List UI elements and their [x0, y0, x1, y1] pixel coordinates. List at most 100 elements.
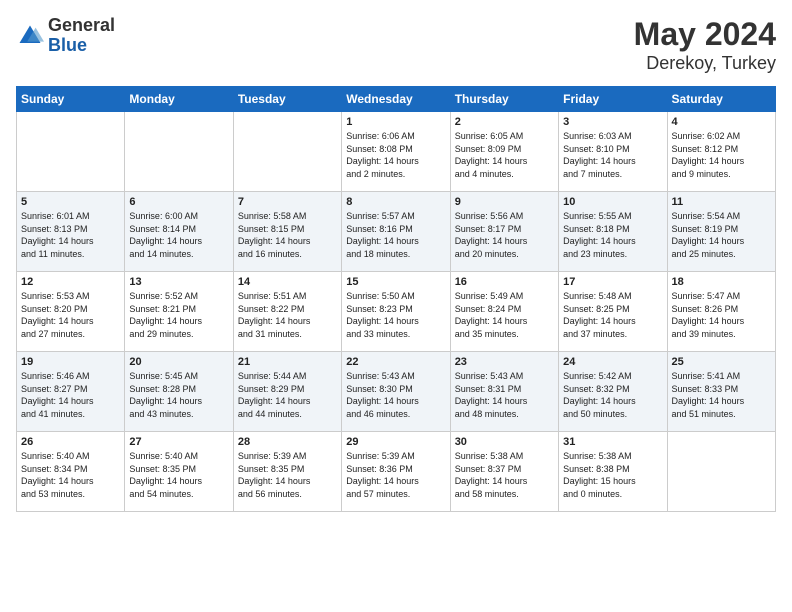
cell-content: Sunrise: 6:03 AM Sunset: 8:10 PM Dayligh…: [563, 130, 662, 180]
day-number: 1: [346, 116, 445, 128]
calendar-cell: 2Sunrise: 6:05 AM Sunset: 8:09 PM Daylig…: [450, 112, 558, 192]
calendar-cell: 31 Sunrise: 5:38 AM Sunset: 8:38 PM Dayli…: [559, 432, 667, 512]
cell-content: Sunrise: 5:46 AM Sunset: 8:27 PM Dayligh…: [21, 370, 120, 420]
calendar-cell: 5Sunrise: 6:01 AM Sunset: 8:13 PM Daylig…: [17, 192, 125, 272]
day-number: 6: [129, 196, 228, 208]
calendar-cell: 9 Sunrise: 5:56 AM Sunset: 8:17 PM Daylig…: [450, 192, 558, 272]
day-number: 18: [672, 276, 771, 288]
calendar-cell: 21 Sunrise: 5:44 AM Sunset: 8:29 PM Dayli…: [233, 352, 341, 432]
day-number: 22: [346, 356, 445, 368]
calendar-cell: 4Sunrise: 6:02 AM Sunset: 8:12 PM Daylig…: [667, 112, 775, 192]
cell-content: Sunrise: 5:44 AM Sunset: 8:29 PM Dayligh…: [238, 370, 337, 420]
calendar-week-row: 19 Sunrise: 5:46 AM Sunset: 8:27 PM Dayli…: [17, 352, 776, 432]
calendar-week-row: 5Sunrise: 6:01 AM Sunset: 8:13 PM Daylig…: [17, 192, 776, 272]
day-number: 26: [21, 436, 120, 448]
day-number: 29: [346, 436, 445, 448]
cell-content: Sunrise: 5:57 AM Sunset: 8:16 PM Dayligh…: [346, 210, 445, 260]
calendar-cell: 3 Sunrise: 6:03 AM Sunset: 8:10 PM Daylig…: [559, 112, 667, 192]
day-number: 8: [346, 196, 445, 208]
day-number: 14: [238, 276, 337, 288]
calendar-cell: 19 Sunrise: 5:46 AM Sunset: 8:27 PM Dayli…: [17, 352, 125, 432]
day-number: 24: [563, 356, 662, 368]
calendar-week-row: 26 Sunrise: 5:40 AM Sunset: 8:34 PM Dayli…: [17, 432, 776, 512]
day-number: 25: [672, 356, 771, 368]
cell-content: Sunrise: 5:50 AM Sunset: 8:23 PM Dayligh…: [346, 290, 445, 340]
weekday-header: Wednesday: [342, 87, 450, 112]
calendar-cell: 13Sunrise: 5:52 AM Sunset: 8:21 PM Dayli…: [125, 272, 233, 352]
cell-content: Sunrise: 5:39 AM Sunset: 8:36 PM Dayligh…: [346, 450, 445, 500]
calendar-header: SundayMondayTuesdayWednesdayThursdayFrid…: [17, 87, 776, 112]
cell-content: Sunrise: 5:43 AM Sunset: 8:30 PM Dayligh…: [346, 370, 445, 420]
cell-content: Sunrise: 5:38 AM Sunset: 8:37 PM Dayligh…: [455, 450, 554, 500]
cell-content: Sunrise: 5:58 AM Sunset: 8:15 PM Dayligh…: [238, 210, 337, 260]
cell-content: Sunrise: 5:38 AM Sunset: 8:38 PM Dayligh…: [563, 450, 662, 500]
cell-content: Sunrise: 5:56 AM Sunset: 8:17 PM Dayligh…: [455, 210, 554, 260]
calendar-cell: 18 Sunrise: 5:47 AM Sunset: 8:26 PM Dayli…: [667, 272, 775, 352]
day-number: 30: [455, 436, 554, 448]
cell-content: Sunrise: 5:45 AM Sunset: 8:28 PM Dayligh…: [129, 370, 228, 420]
calendar-cell: 17 Sunrise: 5:48 AM Sunset: 8:25 PM Dayli…: [559, 272, 667, 352]
cell-content: Sunrise: 6:02 AM Sunset: 8:12 PM Dayligh…: [672, 130, 771, 180]
calendar-cell: 8 Sunrise: 5:57 AM Sunset: 8:16 PM Daylig…: [342, 192, 450, 272]
day-number: 11: [672, 196, 771, 208]
calendar-cell: 24Sunrise: 5:42 AM Sunset: 8:32 PM Dayli…: [559, 352, 667, 432]
location-title: Derekoy, Turkey: [634, 53, 776, 74]
day-number: 31: [563, 436, 662, 448]
calendar-cell: 28Sunrise: 5:39 AM Sunset: 8:35 PM Dayli…: [233, 432, 341, 512]
calendar-cell: [17, 112, 125, 192]
day-number: 7: [238, 196, 337, 208]
day-number: 13: [129, 276, 228, 288]
day-number: 20: [129, 356, 228, 368]
month-title: May 2024: [634, 16, 776, 53]
cell-content: Sunrise: 5:40 AM Sunset: 8:34 PM Dayligh…: [21, 450, 120, 500]
calendar-week-row: 1 Sunrise: 6:06 AM Sunset: 8:08 PM Daylig…: [17, 112, 776, 192]
cell-content: Sunrise: 5:43 AM Sunset: 8:31 PM Dayligh…: [455, 370, 554, 420]
calendar-cell: 15 Sunrise: 5:50 AM Sunset: 8:23 PM Dayli…: [342, 272, 450, 352]
calendar-cell: 20 Sunrise: 5:45 AM Sunset: 8:28 PM Dayli…: [125, 352, 233, 432]
logo: General Blue: [16, 16, 115, 56]
logo-blue: Blue: [48, 36, 115, 56]
day-number: 10: [563, 196, 662, 208]
calendar-cell: 12Sunrise: 5:53 AM Sunset: 8:20 PM Dayli…: [17, 272, 125, 352]
cell-content: Sunrise: 5:41 AM Sunset: 8:33 PM Dayligh…: [672, 370, 771, 420]
calendar-cell: [233, 112, 341, 192]
weekday-header: Thursday: [450, 87, 558, 112]
day-number: 21: [238, 356, 337, 368]
day-number: 27: [129, 436, 228, 448]
calendar-body: 1 Sunrise: 6:06 AM Sunset: 8:08 PM Daylig…: [17, 112, 776, 512]
logo-icon: [16, 22, 44, 50]
logo-general: General: [48, 16, 115, 36]
cell-content: Sunrise: 6:05 AM Sunset: 8:09 PM Dayligh…: [455, 130, 554, 180]
day-number: 9: [455, 196, 554, 208]
weekday-header: Friday: [559, 87, 667, 112]
calendar-cell: 23Sunrise: 5:43 AM Sunset: 8:31 PM Dayli…: [450, 352, 558, 432]
calendar-cell: 14Sunrise: 5:51 AM Sunset: 8:22 PM Dayli…: [233, 272, 341, 352]
calendar-cell: 6 Sunrise: 6:00 AM Sunset: 8:14 PM Daylig…: [125, 192, 233, 272]
cell-content: Sunrise: 5:47 AM Sunset: 8:26 PM Dayligh…: [672, 290, 771, 340]
cell-content: Sunrise: 6:00 AM Sunset: 8:14 PM Dayligh…: [129, 210, 228, 260]
calendar-cell: 29 Sunrise: 5:39 AM Sunset: 8:36 PM Dayli…: [342, 432, 450, 512]
day-number: 19: [21, 356, 120, 368]
day-number: 15: [346, 276, 445, 288]
cell-content: Sunrise: 6:01 AM Sunset: 8:13 PM Dayligh…: [21, 210, 120, 260]
logo-text: General Blue: [48, 16, 115, 56]
weekday-header: Sunday: [17, 87, 125, 112]
day-number: 12: [21, 276, 120, 288]
calendar-cell: [125, 112, 233, 192]
calendar-cell: [667, 432, 775, 512]
calendar-cell: 1 Sunrise: 6:06 AM Sunset: 8:08 PM Daylig…: [342, 112, 450, 192]
calendar-cell: 7 Sunrise: 5:58 AM Sunset: 8:15 PM Daylig…: [233, 192, 341, 272]
weekday-header: Monday: [125, 87, 233, 112]
title-block: May 2024 Derekoy, Turkey: [634, 16, 776, 74]
cell-content: Sunrise: 5:48 AM Sunset: 8:25 PM Dayligh…: [563, 290, 662, 340]
calendar-week-row: 12Sunrise: 5:53 AM Sunset: 8:20 PM Dayli…: [17, 272, 776, 352]
cell-content: Sunrise: 5:39 AM Sunset: 8:35 PM Dayligh…: [238, 450, 337, 500]
calendar-table: SundayMondayTuesdayWednesdayThursdayFrid…: [16, 86, 776, 512]
cell-content: Sunrise: 5:49 AM Sunset: 8:24 PM Dayligh…: [455, 290, 554, 340]
calendar-cell: 30 Sunrise: 5:38 AM Sunset: 8:37 PM Dayli…: [450, 432, 558, 512]
day-number: 17: [563, 276, 662, 288]
weekday-row: SundayMondayTuesdayWednesdayThursdayFrid…: [17, 87, 776, 112]
day-number: 3: [563, 116, 662, 128]
cell-content: Sunrise: 5:54 AM Sunset: 8:19 PM Dayligh…: [672, 210, 771, 260]
cell-content: Sunrise: 6:06 AM Sunset: 8:08 PM Dayligh…: [346, 130, 445, 180]
